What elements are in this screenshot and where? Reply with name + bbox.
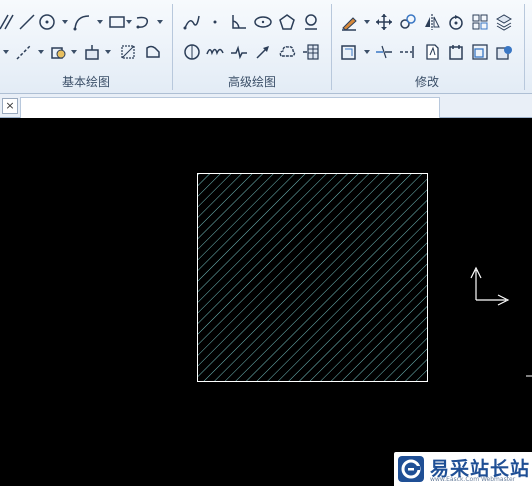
arc-tool-icon[interactable] <box>72 12 92 32</box>
region-shape-icon[interactable] <box>143 42 163 62</box>
document-tab-strip: × <box>0 94 532 118</box>
document-tab[interactable] <box>20 97 440 118</box>
wave-line-icon[interactable] <box>205 42 225 62</box>
layers-stack-icon[interactable] <box>494 12 514 32</box>
ribbon-toolbar: 基本绘图 高级绘图 修改 <box>0 0 532 94</box>
angle-line-icon[interactable] <box>229 12 249 32</box>
arc-dropdown-icon[interactable] <box>96 18 104 26</box>
dot-point-icon[interactable] <box>205 12 225 32</box>
watermark-url: www.Easck.Com Webmaster <box>430 476 516 483</box>
spline-tool-icon[interactable] <box>133 12 153 32</box>
hatch-fill[interactable] <box>197 173 428 382</box>
construction-dropdown-icon[interactable] <box>37 48 45 56</box>
move-tool-icon[interactable] <box>374 12 394 32</box>
polygon-tool-icon[interactable] <box>277 12 297 32</box>
copy-tool-icon[interactable] <box>398 12 418 32</box>
drawing-svg[interactable] <box>0 118 532 486</box>
ucs-axis-icon <box>470 266 510 306</box>
rectangle-tool-icon[interactable] <box>107 12 127 32</box>
polyline-tool-icon[interactable] <box>17 12 37 32</box>
table-insert-icon[interactable] <box>301 42 321 62</box>
point-table-icon[interactable] <box>82 42 102 62</box>
circle-dropdown-icon[interactable] <box>61 18 69 26</box>
extend-tool-icon[interactable] <box>398 42 418 62</box>
erase-dropdown-icon[interactable] <box>363 18 371 26</box>
block-insert-icon[interactable] <box>48 42 68 62</box>
mirror-tool-icon[interactable] <box>422 12 442 32</box>
drawing-canvas[interactable] <box>0 118 532 486</box>
group-advanced-draw: 高级绘图 <box>173 0 331 94</box>
group-label-advanced-draw: 高级绘图 <box>227 75 276 89</box>
circle-tool-icon[interactable] <box>37 12 57 32</box>
text-edit-icon[interactable] <box>422 42 442 62</box>
construction-line-icon[interactable] <box>14 42 34 62</box>
offset-dropdown-icon[interactable] <box>363 48 371 56</box>
scale-tool-icon[interactable] <box>470 42 490 62</box>
offset-tool-icon[interactable] <box>339 42 359 62</box>
file-tab-icon[interactable] <box>446 42 466 62</box>
bezier-curve-icon[interactable] <box>182 12 202 32</box>
line-dropdown-icon[interactable] <box>2 48 10 56</box>
block-dropdown-icon[interactable] <box>70 48 78 56</box>
line-tool-icon[interactable] <box>0 12 18 32</box>
rectangle-dropdown-icon[interactable] <box>125 18 133 26</box>
array-tool-icon[interactable] <box>470 12 490 32</box>
point-dropdown-icon[interactable] <box>104 48 112 56</box>
rotate-tool-icon[interactable] <box>446 12 466 32</box>
arrow-tool-icon[interactable] <box>253 42 273 62</box>
ellipse-tool-icon[interactable] <box>253 12 273 32</box>
group-label-basic-draw: 基本绘图 <box>61 75 110 89</box>
erase-tool-icon[interactable] <box>339 12 359 32</box>
group-separator <box>524 4 525 90</box>
hatch-region-icon[interactable] <box>118 42 138 62</box>
cloud-line-icon[interactable] <box>277 42 297 62</box>
group-label-modify: 修改 <box>414 75 439 89</box>
spline-dropdown-icon[interactable] <box>156 18 164 26</box>
trim-tool-icon[interactable] <box>374 42 394 62</box>
break-line-icon[interactable] <box>229 42 249 62</box>
donut-tool-icon[interactable] <box>182 42 202 62</box>
watermark-logo: 易采站长站 www.Easck.Com Webmaster <box>394 452 532 486</box>
site-logo-icon <box>398 456 424 482</box>
group-modify: 修改 <box>332 0 522 94</box>
group-basic-draw: 基本绘图 <box>0 0 172 94</box>
block-edit-icon[interactable] <box>494 42 514 62</box>
close-tab-button[interactable]: × <box>2 98 18 114</box>
user-profile-icon[interactable] <box>301 12 321 32</box>
